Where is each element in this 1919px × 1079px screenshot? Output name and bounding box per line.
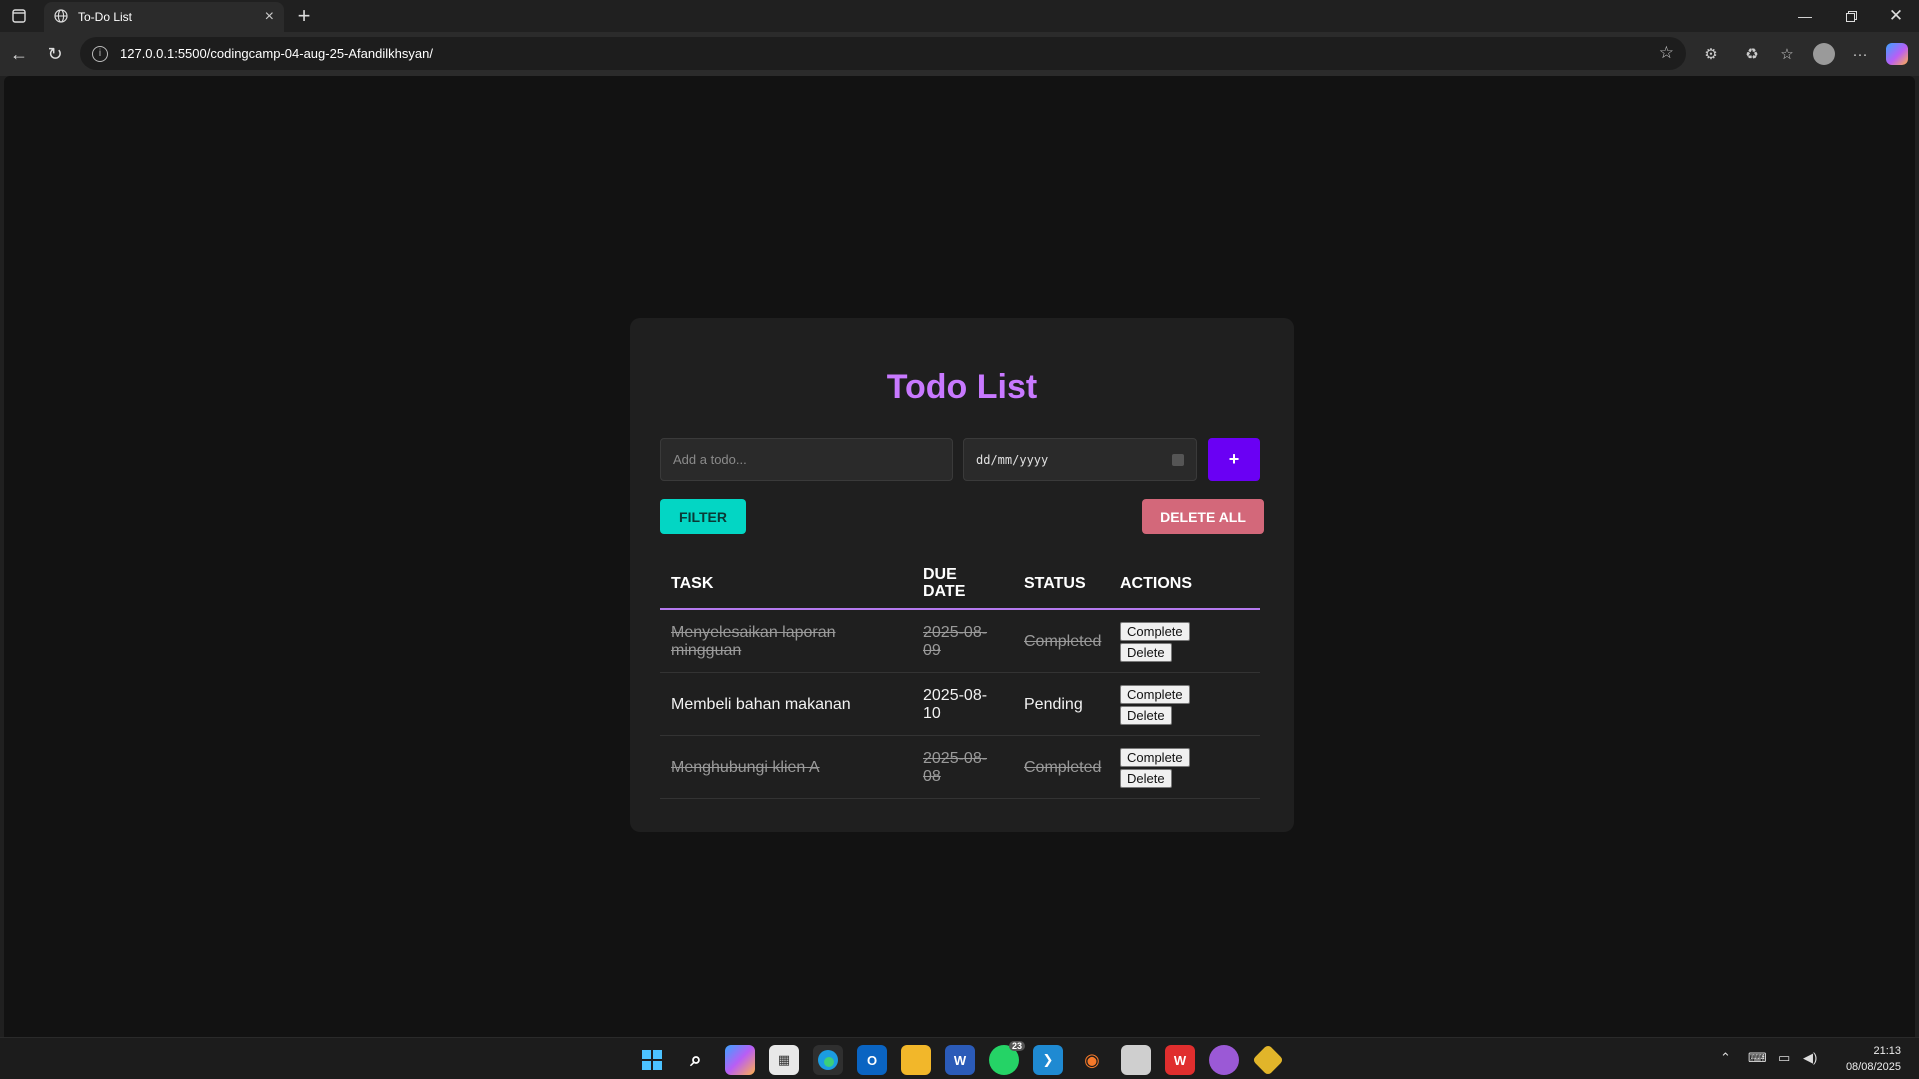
delete-button[interactable]: Delete — [1120, 705, 1172, 725]
column-header-status: STATUS — [1024, 574, 1086, 592]
delete-button[interactable]: Delete — [1120, 642, 1172, 662]
complete-button[interactable]: Complete — [1120, 621, 1190, 641]
whatsapp-icon[interactable]: 23 — [989, 1041, 1025, 1075]
show-hidden-icons-icon[interactable]: ⌃ — [1720, 1050, 1731, 1066]
blender-icon[interactable]: ◉ — [1077, 1045, 1107, 1075]
delete-button[interactable]: Delete — [1120, 768, 1172, 788]
page-viewport: Todo List dd/mm/yyyy + FILTER DELETE ALL… — [4, 76, 1915, 1076]
todo-input[interactable] — [660, 438, 953, 481]
task-text-line2: mingguan — [671, 641, 742, 659]
task-text-line1: Menghubungi klien A — [671, 758, 820, 776]
keyboard-icon[interactable]: ⌨ — [1748, 1050, 1767, 1066]
tab-actions-icon[interactable] — [0, 0, 38, 32]
edge-browser-icon[interactable] — [813, 1045, 843, 1075]
due-date-line2: 08 — [923, 767, 941, 785]
column-header-due-date: DUE DATE — [923, 556, 993, 610]
close-window-icon[interactable]: ✕ — [1873, 0, 1919, 32]
network-icon[interactable]: ▭ — [1778, 1050, 1790, 1066]
whatsapp-badge: 23 — [1008, 1041, 1025, 1051]
copilot-app-icon[interactable] — [725, 1045, 755, 1075]
address-bar[interactable]: i 127.0.0.1:5500/codingcamp-04-aug-25-Af… — [80, 37, 1686, 70]
todo-card: Todo List dd/mm/yyyy + FILTER DELETE ALL… — [630, 318, 1294, 832]
status-cell: Pending — [1024, 695, 1083, 713]
search-icon[interactable]: ⌕ — [681, 1045, 711, 1075]
globe-icon — [54, 8, 68, 26]
actions-cell: Complete Delete — [1120, 736, 1190, 799]
clock-date: 08/08/2025 — [1845, 1061, 1901, 1073]
due-date-line2: 09 — [923, 641, 941, 659]
new-tab-button[interactable]: + — [290, 2, 318, 30]
clock-time: 21:13 — [1873, 1045, 1901, 1057]
column-header-task: TASK — [671, 574, 714, 592]
table-row: Menyelesaikan laporan mingguan 2025-08- … — [660, 610, 1260, 673]
site-info-icon[interactable]: i — [92, 45, 108, 62]
page-title: Todo List — [886, 368, 1038, 406]
complete-button[interactable]: Complete — [1120, 684, 1190, 704]
files-app-icon[interactable] — [1121, 1045, 1151, 1075]
status-cell: Completed — [1024, 632, 1102, 650]
calendar-icon[interactable] — [1172, 453, 1184, 466]
outlook-icon[interactable]: O — [857, 1045, 887, 1075]
due-date-input[interactable]: dd/mm/yyyy — [963, 438, 1197, 481]
minimize-icon[interactable]: — — [1782, 0, 1828, 32]
task-text-line1: Menyelesaikan laporan — [671, 623, 836, 641]
volume-icon[interactable]: ◀) — [1803, 1050, 1817, 1066]
store-icon[interactable]: ▦ — [769, 1045, 799, 1075]
word-icon[interactable]: W — [945, 1045, 975, 1075]
task-cell: Membeli bahan makanan — [671, 673, 891, 736]
copilot-icon[interactable] — [1885, 42, 1909, 66]
taskbar: ⌕ ▦ O W 23 ❯ ◉ W ⌃ ⌨ ▭ ◀) 21:13 08/08/20… — [0, 1037, 1919, 1079]
column-header-due-date-line1: DUE — [923, 566, 957, 583]
file-explorer-icon[interactable] — [901, 1045, 931, 1075]
tab-close-icon[interactable]: × — [265, 8, 274, 26]
task-cell: Menyelesaikan laporan mingguan — [671, 610, 871, 673]
status-cell: Completed — [1024, 758, 1102, 776]
todo-table: TASK DUE DATE STATUS ACTIONS Menyelesaik… — [660, 556, 1260, 799]
date-placeholder: dd/mm/yyyy — [976, 452, 1049, 467]
due-date-line1: 2025-08- — [923, 623, 988, 641]
wps-office-icon[interactable]: W — [1165, 1045, 1195, 1075]
table-row: Menghubungi klien A 2025-08- 08 Complete… — [660, 736, 1260, 799]
task-cell: Menghubungi klien A — [671, 736, 871, 799]
complete-button[interactable]: Complete — [1120, 747, 1190, 767]
due-date-line2: 10 — [923, 704, 941, 722]
filter-button[interactable]: FILTER — [660, 499, 746, 534]
delete-all-button[interactable]: DELETE ALL — [1142, 499, 1264, 534]
due-date-cell: 2025-08- 09 — [923, 610, 993, 673]
restore-icon[interactable] — [1828, 0, 1874, 32]
system-clock[interactable]: 21:13 08/08/2025 — [1846, 1043, 1901, 1075]
favorite-star-icon[interactable]: ☆ — [1659, 43, 1674, 63]
favorites-icon[interactable]: ☆ — [1775, 42, 1799, 66]
due-date-line1: 2025-08- — [923, 749, 988, 767]
due-date-cell: 2025-08- 10 — [923, 673, 993, 736]
table-row: Membeli bahan makanan 2025-08- 10 Pendin… — [660, 673, 1260, 736]
browser-tab[interactable]: To-Do List × — [44, 2, 284, 32]
actions-cell: Complete Delete — [1120, 610, 1190, 673]
browser-essentials-icon[interactable]: ♻ — [1740, 42, 1764, 66]
back-icon[interactable]: ← — [4, 40, 34, 68]
column-header-due-date-line2: DATE — [923, 583, 966, 600]
start-windows-icon[interactable] — [637, 1045, 667, 1075]
due-date-line1: 2025-08- — [923, 686, 988, 704]
url-text: 127.0.0.1:5500/codingcamp-04-aug-25-Afan… — [120, 46, 433, 61]
add-todo-button[interactable]: + — [1208, 438, 1260, 481]
column-header-actions: ACTIONS — [1120, 574, 1192, 592]
tab-title: To-Do List — [78, 10, 133, 24]
github-desktop-icon[interactable] — [1209, 1045, 1239, 1075]
extensions-icon[interactable]: ⚙ — [1699, 42, 1723, 66]
actions-cell: Complete Delete — [1120, 673, 1190, 736]
due-date-cell: 2025-08- 08 — [923, 736, 993, 799]
task-text-line1: Membeli bahan makanan — [671, 695, 851, 713]
more-menu-icon[interactable]: ··· — [1848, 42, 1872, 66]
table-header: TASK DUE DATE STATUS ACTIONS — [660, 556, 1260, 610]
reload-icon[interactable]: ↻ — [40, 40, 70, 68]
git-icon[interactable] — [1252, 1044, 1284, 1076]
browser-toolbar: ← ↻ i 127.0.0.1:5500/codingcamp-04-aug-2… — [0, 32, 1919, 76]
profile-avatar[interactable] — [1812, 42, 1836, 66]
vscode-icon[interactable]: ❯ — [1033, 1045, 1063, 1075]
browser-tab-bar: To-Do List × + — ✕ — [0, 0, 1919, 32]
